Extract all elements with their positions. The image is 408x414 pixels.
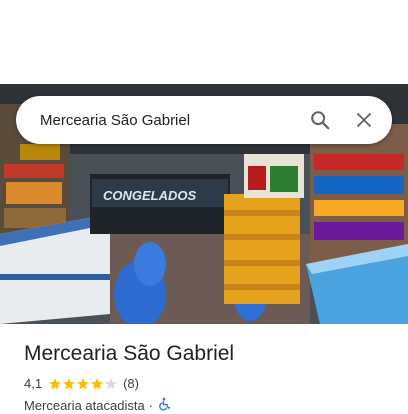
- category-row: Mercearia atacadista ·: [24, 397, 171, 414]
- close-icon[interactable]: [342, 98, 386, 142]
- place-title[interactable]: Mercearia São Gabriel: [24, 342, 234, 366]
- map-top-area: [0, 0, 408, 84]
- review-count[interactable]: (8): [123, 376, 139, 391]
- search-bar[interactable]: Mercearia São Gabriel: [16, 96, 392, 144]
- star-icon: [91, 377, 103, 389]
- star-icon: [77, 377, 89, 389]
- star-icon: [105, 377, 117, 389]
- star-icon: [49, 377, 61, 389]
- separator-dot: ·: [148, 398, 154, 413]
- rating-row[interactable]: 4,1 (8): [24, 376, 139, 391]
- search-icon[interactable]: [298, 98, 342, 142]
- star-icon: [63, 377, 75, 389]
- place-details: Mercearia São Gabriel 4,1 (8) Mercearia …: [0, 324, 408, 413]
- place-category: Mercearia atacadista: [24, 398, 145, 413]
- rating-value: 4,1: [24, 376, 43, 391]
- wheelchair-icon: [157, 397, 171, 414]
- congelados-sign: CONGELADOS: [103, 188, 197, 203]
- search-input[interactable]: Mercearia São Gabriel: [40, 112, 298, 129]
- star-rating: [48, 377, 118, 391]
